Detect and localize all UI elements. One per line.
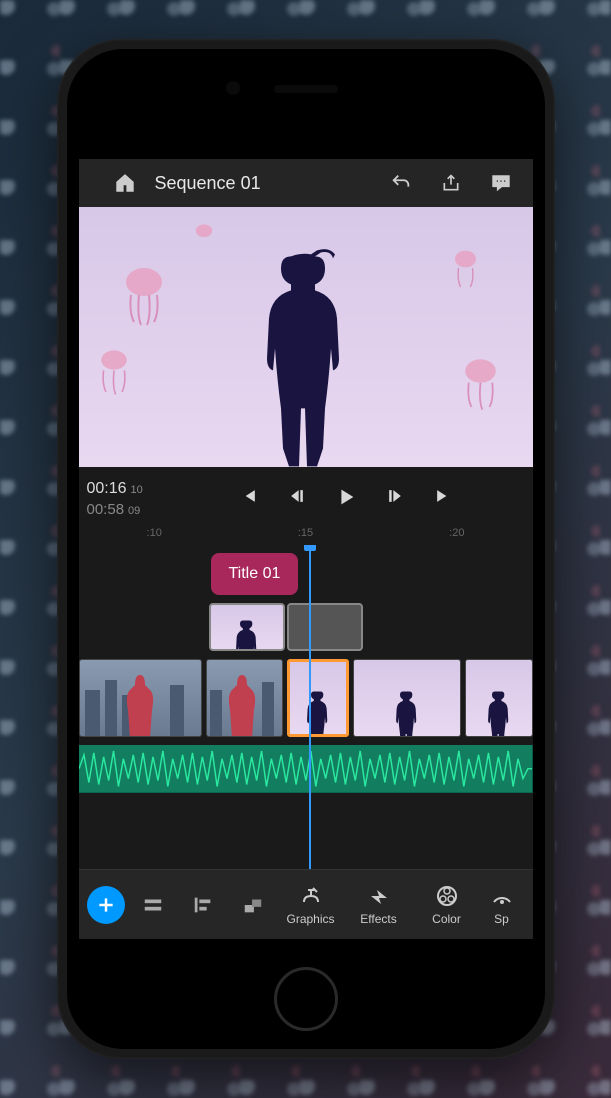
tab-graphics[interactable]: Graphics [283, 884, 339, 926]
step-back-button[interactable] [287, 486, 307, 513]
jellyfish-decoration [458, 357, 503, 412]
step-forward-button[interactable] [385, 486, 405, 513]
color-icon [435, 884, 459, 908]
playback-bar: 00:16 10 00:58 09 [79, 467, 533, 527]
tab-label: Effects [360, 912, 396, 926]
ruler-tick: :20 [381, 527, 532, 539]
tab-effects[interactable]: Effects [351, 884, 407, 926]
tab-color[interactable]: Color [419, 884, 475, 926]
video-preview[interactable] [79, 207, 533, 467]
sequence-title[interactable]: Sequence 01 [155, 173, 369, 194]
total-frames: 09 [128, 504, 140, 518]
phone-frame: Sequence 01 [57, 39, 555, 1059]
video-clip-selected[interactable] [287, 659, 349, 737]
timecode-display: 00:16 10 00:58 09 [87, 479, 161, 519]
audio-track[interactable] [79, 745, 533, 793]
home-icon[interactable] [107, 165, 143, 201]
jellyfish-decoration [94, 347, 134, 397]
total-time: 00:58 [87, 500, 125, 520]
tab-label: Color [432, 912, 461, 926]
layers-tool-icon[interactable] [231, 883, 275, 927]
overlay-clip[interactable] [209, 603, 285, 651]
ruler-tick: :15 [230, 527, 381, 539]
phone-speaker [274, 85, 338, 93]
transport-controls [167, 486, 525, 513]
title-clip[interactable]: Title 01 [211, 553, 299, 595]
video-clip[interactable] [206, 659, 283, 737]
playhead[interactable] [309, 545, 311, 869]
tab-speed[interactable]: Sp [487, 884, 517, 926]
main-video-track [79, 659, 533, 737]
jellyfish-decoration [448, 247, 483, 292]
header-bar: Sequence 01 [79, 159, 533, 207]
person-silhouette [241, 248, 371, 467]
project-tool-icon[interactable] [131, 883, 175, 927]
jellyfish-decoration [189, 222, 219, 257]
bottom-toolbar: Graphics Effects Color Sp [79, 869, 533, 939]
effects-icon [367, 884, 391, 908]
waveform [79, 745, 533, 792]
current-time: 00:16 [87, 479, 127, 500]
video-clip[interactable] [79, 659, 202, 737]
tab-label: Sp [494, 912, 509, 926]
speed-icon [490, 884, 514, 908]
time-ruler[interactable]: :10 :15 :20 [79, 527, 533, 545]
app-screen: Sequence 01 [79, 159, 533, 939]
timeline-panel[interactable]: Title 01 [79, 545, 533, 869]
jellyfish-decoration [119, 267, 169, 327]
play-button[interactable] [335, 486, 357, 513]
video-clip[interactable] [353, 659, 461, 737]
skip-start-button[interactable] [239, 486, 259, 513]
align-tool-icon[interactable] [181, 883, 225, 927]
overlay-track [209, 603, 363, 651]
edit-tabs: Graphics Effects Color Sp [283, 884, 525, 926]
skip-end-button[interactable] [433, 486, 453, 513]
share-icon[interactable] [433, 165, 469, 201]
phone-bezel: Sequence 01 [67, 49, 545, 1049]
graphics-icon [299, 884, 323, 908]
phone-camera [226, 81, 240, 95]
video-clip[interactable] [465, 659, 533, 737]
home-button[interactable] [274, 967, 338, 1031]
add-button[interactable] [87, 886, 125, 924]
feedback-icon[interactable] [483, 165, 519, 201]
undo-icon[interactable] [383, 165, 419, 201]
overlay-clip[interactable] [287, 603, 363, 651]
ruler-tick: :10 [79, 527, 230, 539]
current-frames: 10 [131, 483, 143, 497]
tab-label: Graphics [286, 912, 334, 926]
